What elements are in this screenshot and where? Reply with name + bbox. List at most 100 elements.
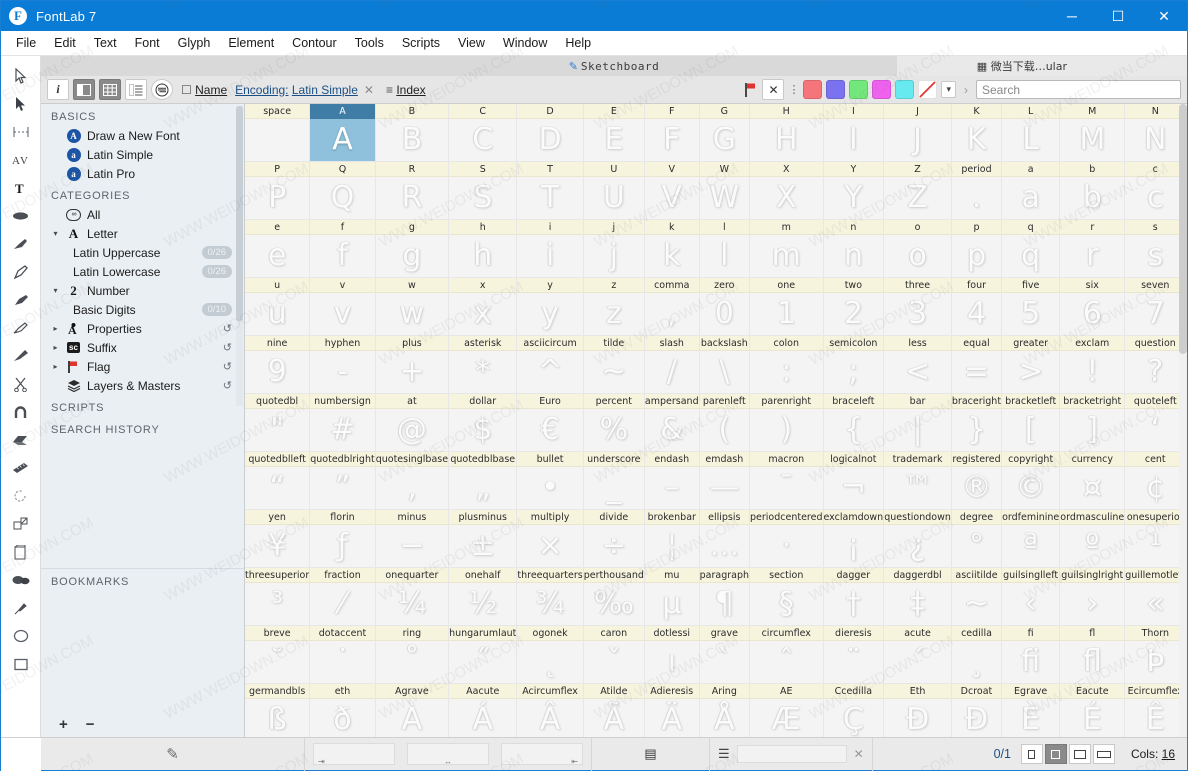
disclosure-caret-icon[interactable]: ▾ (51, 286, 60, 295)
glyph-cell[interactable]: YY (823, 162, 885, 220)
glyph-cell[interactable]: ZZ (884, 162, 952, 220)
menu-item-window[interactable]: Window (494, 33, 556, 53)
glyph-cell[interactable]: rr (1060, 220, 1126, 278)
menu-item-contour[interactable]: Contour (283, 33, 345, 53)
glyph-cell[interactable]: ordmasculine º (1060, 510, 1126, 568)
glyph-cell[interactable]: Eacute É (1060, 684, 1126, 737)
sketchboard-tab[interactable]: ✎ Sketchboard (569, 60, 660, 73)
glyph-cell[interactable]: Aring Å (699, 684, 750, 737)
maximize-button[interactable]: ☐ (1095, 1, 1141, 31)
glyph-cell[interactable]: KK (951, 104, 1003, 162)
glyph-cell[interactable]: Ecircumflex Ê (1125, 684, 1187, 737)
reset-icon[interactable]: ↺ (223, 360, 232, 373)
sidebar-item-latin-pro[interactable]: a Latin Pro (41, 164, 244, 183)
sidebar-item-latin-lowercase[interactable]: Latin Lowercase 0/26 (41, 262, 244, 281)
glyph-cell[interactable]: SS (449, 162, 518, 220)
glyph-cell[interactable]: section § (750, 568, 824, 626)
arrow-pointer-icon[interactable] (6, 62, 36, 90)
glyph-cell[interactable]: divide ÷ (583, 510, 645, 568)
sidebar-item-layers-masters[interactable]: Layers & Masters ↺ (41, 376, 244, 395)
glyph-cell[interactable]: Atilde Ã (583, 684, 645, 737)
glyph-cell[interactable]: FF (644, 104, 700, 162)
glyph-cell[interactable]: fi ﬁ (1002, 626, 1061, 684)
chevron-down-icon[interactable]: ▾ (941, 81, 956, 98)
glyph-cell[interactable]: xx (449, 278, 518, 336)
glyph-cell[interactable]: yy (517, 278, 584, 336)
glyph-cell[interactable]: quoteleft ‘ (1125, 394, 1187, 452)
glyph-cell[interactable]: WW (699, 162, 750, 220)
glyph-cell[interactable]: dagger † (823, 568, 885, 626)
glyph-cell[interactable]: hyphen - (310, 336, 376, 394)
glyph-cell[interactable]: tilde ~ (583, 336, 645, 394)
calligraphy-pen-icon[interactable] (6, 314, 36, 342)
glyph-cell[interactable]: mm (750, 220, 824, 278)
glyph-cell[interactable]: macron ¯ (750, 452, 824, 510)
grid-scroll-thumb[interactable] (1179, 104, 1187, 354)
glyph-cell[interactable]: percent% (583, 394, 645, 452)
glyph-cell[interactable]: slash / (644, 336, 700, 394)
sidebar-scroll-thumb[interactable] (236, 106, 243, 321)
mark-color-magenta[interactable] (872, 80, 892, 99)
glyph-cell[interactable]: ee (245, 220, 311, 278)
glyph-cell[interactable]: quotedblright ” (310, 452, 376, 510)
glyph-cell[interactable]: guillemotleft « (1125, 568, 1187, 626)
eraser-block-icon[interactable] (6, 426, 36, 454)
glyph-cell[interactable]: hungarumlaut ˝ (449, 626, 518, 684)
glyph-cell[interactable]: AA (310, 104, 376, 162)
search-input[interactable]: Search (976, 80, 1181, 99)
flag-icon[interactable] (744, 82, 758, 98)
glyph-cell[interactable]: exclamdown ¡ (823, 510, 885, 568)
glyph-cell[interactable]: questiondown ¿ (884, 510, 952, 568)
brush-icon[interactable] (6, 230, 36, 258)
glyph-cell[interactable]: BB (375, 104, 450, 162)
glyph-cell[interactable]: dotaccent ˙ (310, 626, 376, 684)
glyph-cell[interactable]: perthousand ‰ (583, 568, 645, 626)
glyph-cell[interactable]: acute ´ (884, 626, 952, 684)
glyph-cell[interactable]: bullet • (517, 452, 584, 510)
menu-item-glyph[interactable]: Glyph (169, 33, 220, 53)
menu-item-element[interactable]: Element (219, 33, 283, 53)
glyph-cell[interactable]: II (823, 104, 885, 162)
rotate-icon[interactable] (6, 482, 36, 510)
kerning-av-icon[interactable]: AV (6, 146, 36, 174)
grid-view-icon[interactable] (99, 79, 121, 100)
glyph-cell[interactable]: onehalf ½ (449, 568, 518, 626)
reset-icon[interactable]: ↺ (223, 322, 232, 335)
glyph-cell[interactable]: cc (1125, 162, 1187, 220)
info-button[interactable]: i (47, 79, 69, 100)
glyph-cell[interactable]: ff (310, 220, 376, 278)
glyph-cell[interactable]: mu µ (644, 568, 700, 626)
glyph-cell[interactable]: brokenbar ¦ (644, 510, 700, 568)
glyph-cell[interactable]: registered ® (951, 452, 1003, 510)
clipboard-icon[interactable] (6, 538, 36, 566)
glyph-cell[interactable]: jj (583, 220, 645, 278)
pen-nib-icon[interactable] (6, 258, 36, 286)
text-tool-icon[interactable]: T (6, 174, 36, 202)
glyph-cell[interactable]: logicalnot ¬ (823, 452, 885, 510)
glyph-cell[interactable]: quotedbl " (245, 394, 311, 452)
sidebar-scrollbar[interactable] (236, 106, 243, 406)
glyph-cell[interactable]: quotedblleft “ (245, 452, 311, 510)
encoding-selector[interactable]: Encoding: Latin Simple (235, 83, 358, 97)
glyph-cell[interactable]: dieresis ¨ (823, 626, 885, 684)
glyph-cell[interactable]: oo (884, 220, 952, 278)
paint-blob-icon[interactable] (6, 566, 36, 594)
menu-item-tools[interactable]: Tools (346, 33, 393, 53)
select-arrow-icon[interactable] (6, 90, 36, 118)
sidebar-item-properties[interactable]: ▸ A Properties ↺ (41, 319, 244, 338)
disclosure-caret-icon[interactable]: ▸ (51, 324, 60, 333)
glyph-cell[interactable]: daggerdbl ‡ (884, 568, 952, 626)
narrow-cell-view-button[interactable] (1020, 744, 1043, 764)
filter-icon[interactable] (151, 79, 173, 100)
mark-color-none[interactable] (918, 80, 938, 99)
glyph-cell[interactable]: bar | (884, 394, 952, 452)
menu-item-view[interactable]: View (449, 33, 494, 53)
glyph-cell[interactable]: semicolon; (823, 336, 885, 394)
metrics-width-input[interactable]: ↔ (407, 743, 489, 766)
glyph-cell[interactable]: breve ˘ (245, 626, 311, 684)
glyph-cell[interactable]: ellipsis… (699, 510, 750, 568)
glyph-cell[interactable]: greater > (1002, 336, 1061, 394)
glyph-cell[interactable]: hh (449, 220, 518, 278)
ruler-icon[interactable] (6, 454, 36, 482)
wide-cell-view-button[interactable] (1068, 744, 1091, 764)
